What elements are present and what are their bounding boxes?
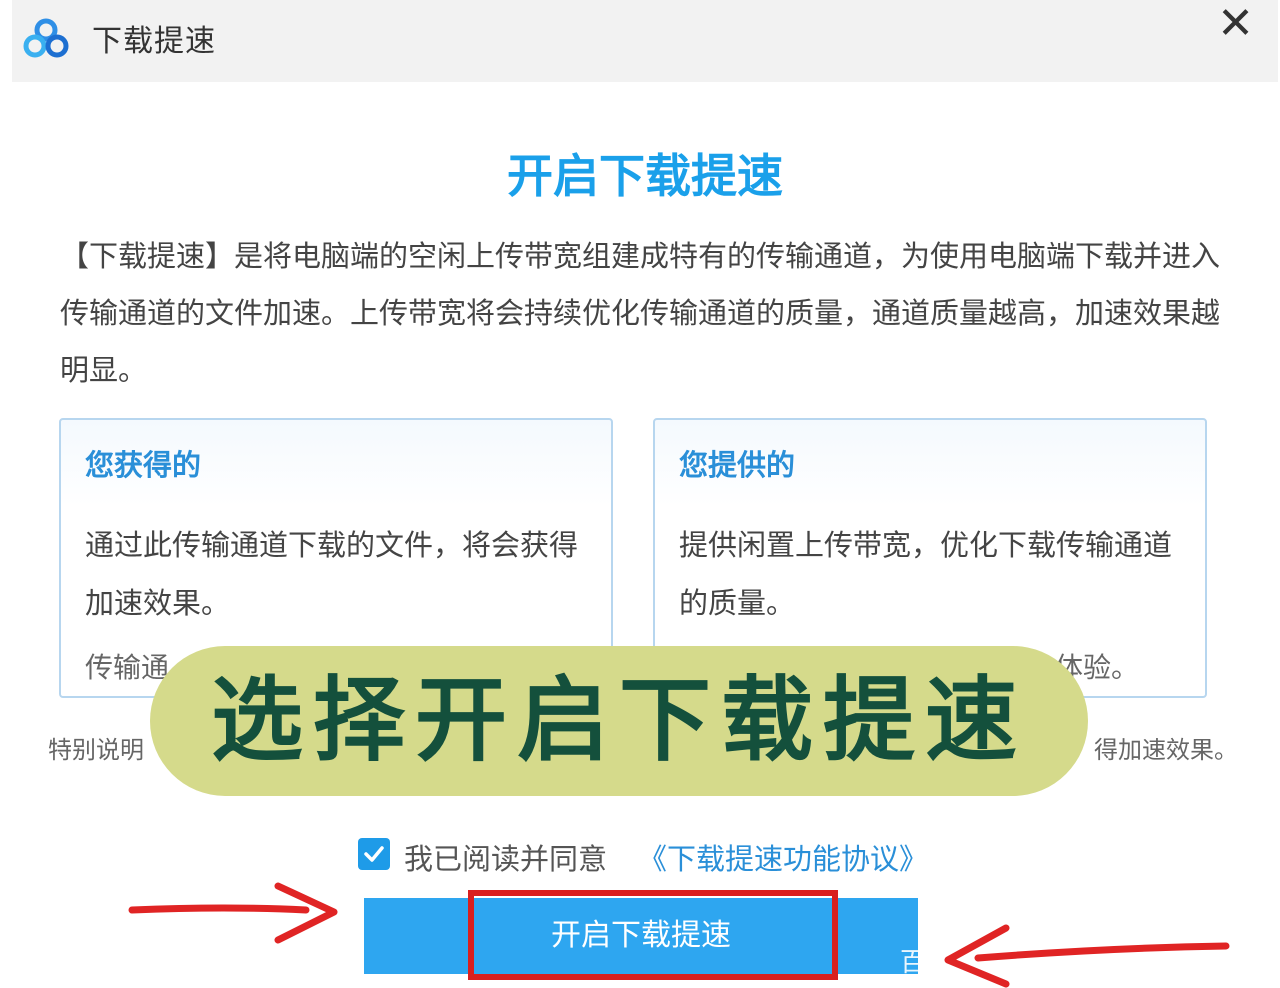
red-arrow-left-icon [944,924,1230,988]
special-note-left: 特别说明 [48,736,144,764]
download-speedup-dialog: 下载提速 ✕ 开启下载提速 【下载提速】是将电脑端的空闲上传带宽组建成特有的传输… [12,0,1278,988]
agreement-text: 我已阅读并同意 [404,842,608,876]
page-title: 开启下载提速 [507,149,783,203]
checkmark-icon [364,846,384,862]
enable-speedup-button[interactable]: 开启下载提速 [364,898,918,974]
agreement-checkbox[interactable] [358,838,390,870]
contribution-card-title: 您提供的 [679,448,796,482]
contribution-card-body: 提供闲置上传带宽，优化下载传输通道的质量。 [679,528,1173,620]
close-icon[interactable]: ✕ [1217,2,1254,46]
app-logo-icon [23,18,69,58]
benefit-card-body: 通过此传输通道下载的文件，将会获得加速效果。 [85,528,579,620]
benefit-card-title: 您获得的 [85,448,202,482]
description-text: 【下载提速】是将电脑端的空闲上传带宽组建成特有的传输通道，为使用电脑端下载并进入… [60,239,1221,387]
special-note-right: 得加速效果。 [1094,736,1238,764]
red-arrow-right-icon [128,882,338,944]
agreement-link[interactable]: 《下载提速功能协议》 [638,836,928,878]
caption-text: 选择开启下载提速 [210,667,1027,774]
title-bar: 下载提速 ✕ [12,0,1278,82]
window-title: 下载提速 [92,24,216,59]
caption-overlay: 选择开启下载提速 [150,646,1088,796]
